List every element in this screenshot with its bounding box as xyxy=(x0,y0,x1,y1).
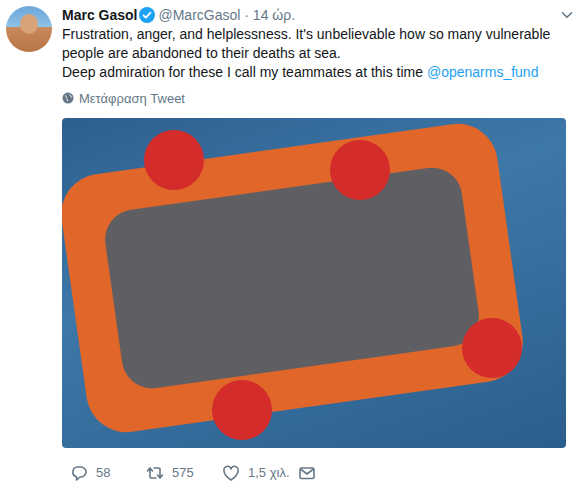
message-button[interactable] xyxy=(298,464,374,482)
tweet-text: Deep admiration for these I call my team… xyxy=(62,63,566,82)
boat-floor xyxy=(101,164,483,392)
boat-shape xyxy=(62,119,528,438)
retweet-icon[interactable] xyxy=(146,464,164,482)
like-button[interactable]: 1,5 χιλ. xyxy=(222,463,298,483)
reply-button[interactable]: 58 xyxy=(70,463,146,483)
action-bar: 58 575 1,5 χιλ. xyxy=(62,462,566,484)
avatar[interactable] xyxy=(6,6,52,52)
verified-icon xyxy=(139,7,155,23)
translate-text[interactable]: Μετάφραση Tweet xyxy=(79,91,185,106)
author-handle[interactable]: @MarcGasol xyxy=(158,7,240,23)
like-icon[interactable] xyxy=(222,464,240,482)
message-icon[interactable] xyxy=(298,464,316,482)
helmet-shape xyxy=(330,140,390,200)
text-span: Frustration, anger, and helplessness. It… xyxy=(62,26,554,61)
tweet-text: Frustration, anger, and helplessness. It… xyxy=(62,25,566,63)
avatar-face xyxy=(20,14,38,34)
tweet: Marc Gasol @MarcGasol · 14 ώρ. Frustration… xyxy=(0,0,588,484)
retweet-button[interactable]: 575 xyxy=(146,463,222,483)
tweet-body: Marc Gasol @MarcGasol · 14 ώρ. Frustration… xyxy=(62,6,566,484)
text-span: Deep admiration for these I call my team… xyxy=(62,64,427,80)
chevron-down-icon[interactable] xyxy=(560,8,574,22)
retweet-count: 575 xyxy=(172,463,194,483)
translate-link[interactable]: Μετάφραση Tweet xyxy=(62,90,566,108)
tweet-header: Marc Gasol @MarcGasol · 14 ώρ. xyxy=(62,6,566,25)
helmet-shape xyxy=(212,380,272,440)
rescue-photo[interactable] xyxy=(62,118,566,448)
separator: · xyxy=(244,7,249,23)
globe-icon xyxy=(62,92,74,104)
reply-icon[interactable] xyxy=(70,464,88,482)
like-count: 1,5 χιλ. xyxy=(248,463,290,483)
tweet-time[interactable]: 14 ώρ. xyxy=(253,7,295,23)
helmet-shape xyxy=(462,318,522,378)
mention-link[interactable]: @openarms_fund xyxy=(427,64,539,80)
reply-count: 58 xyxy=(96,463,110,483)
helmet-shape xyxy=(144,130,204,190)
author-name[interactable]: Marc Gasol xyxy=(62,7,137,23)
avatar-column xyxy=(0,6,62,484)
